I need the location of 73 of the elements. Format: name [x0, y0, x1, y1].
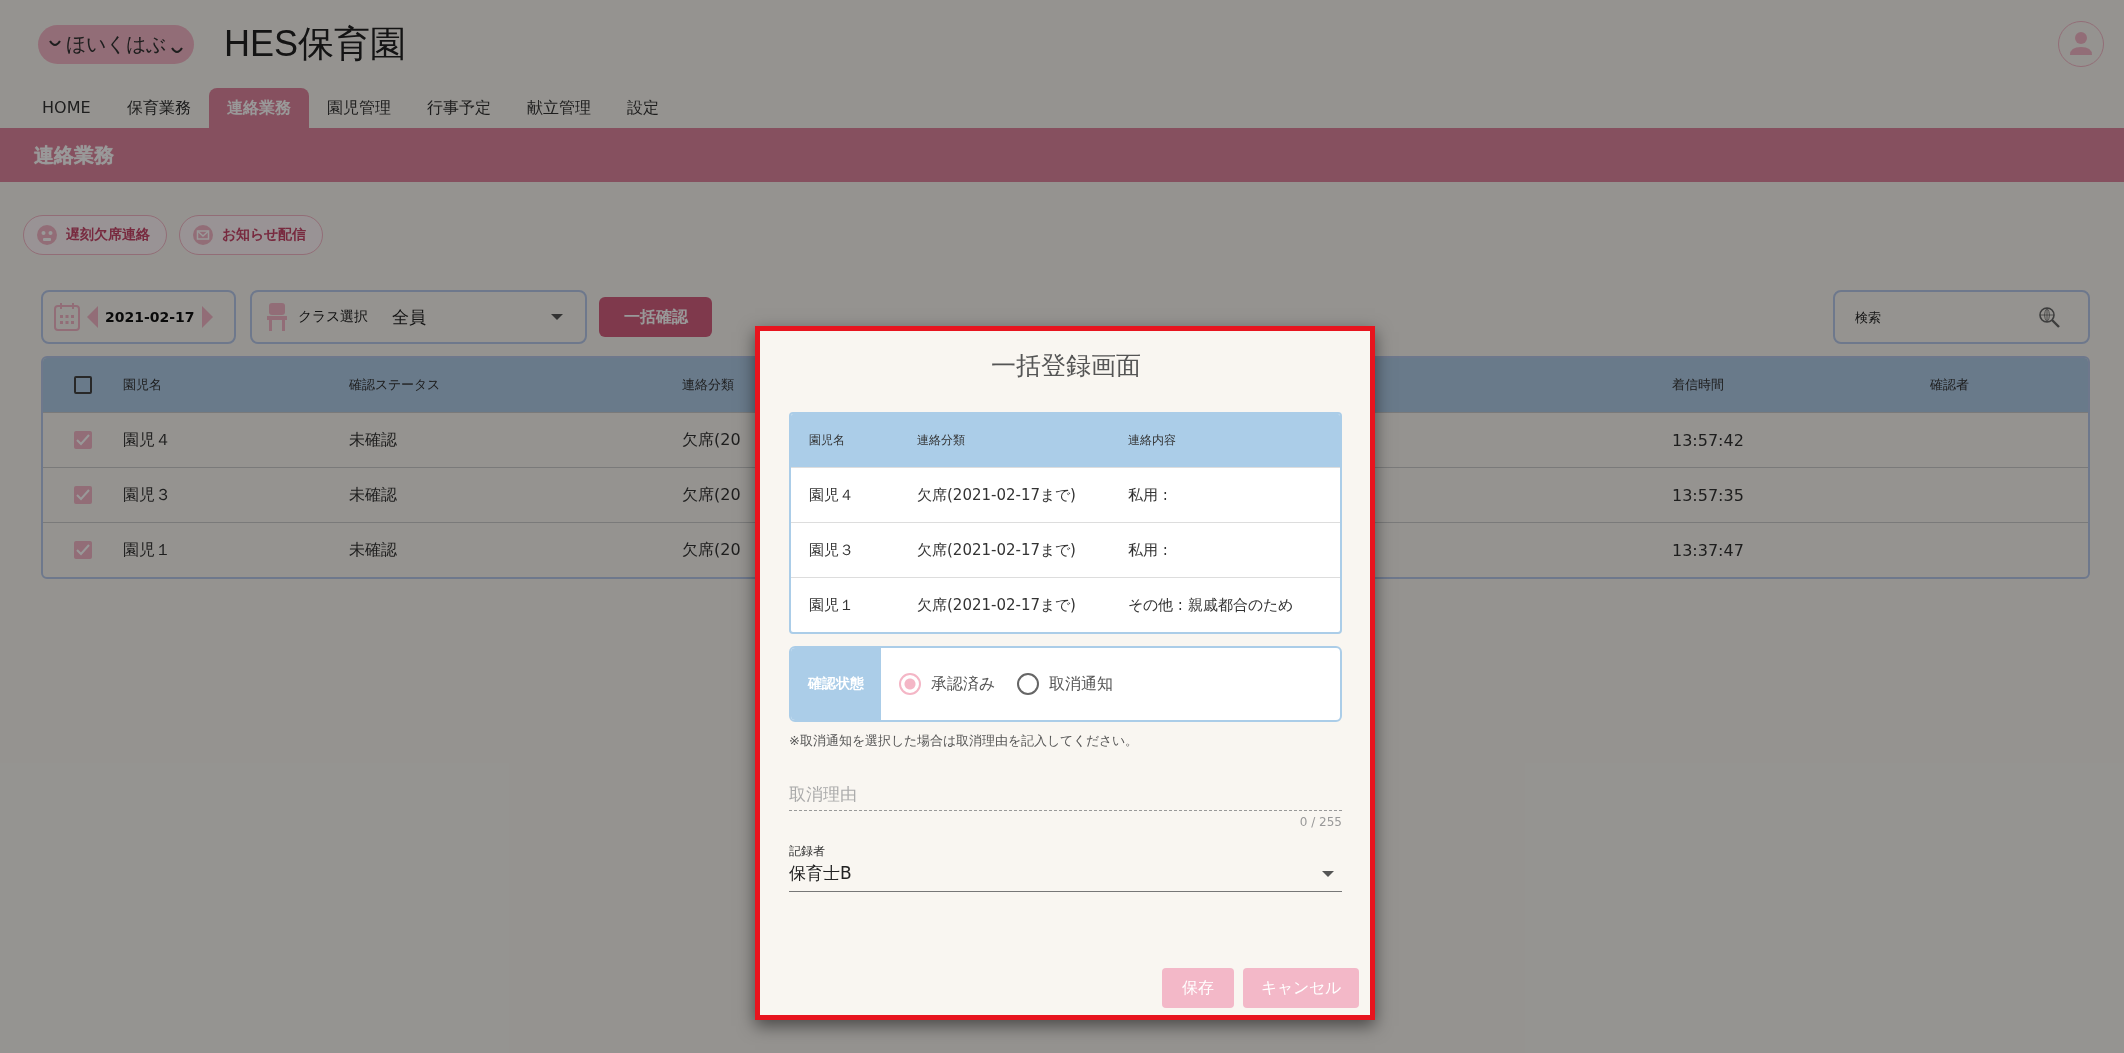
class-select[interactable]: クラス選択 全員: [250, 290, 587, 344]
table-cell: 未確認: [349, 429, 397, 451]
column-header: 園児名: [123, 376, 163, 394]
column-header: 着信時間: [1672, 376, 1725, 394]
table-cell-text: 欠席(2021-02-17まで): [917, 540, 1077, 560]
column-header: 連絡内容: [1128, 432, 1177, 449]
recorder-select[interactable]: 保育士B: [789, 860, 1342, 892]
previous-date-button[interactable]: [87, 306, 99, 328]
note-text: ※取消通知を選択した場合は取消理由を記入してください。: [789, 732, 1139, 750]
calendar-icon: [53, 302, 81, 332]
dialog-title: 一括登録画面: [989, 350, 1142, 382]
status-label: 確認状態: [791, 648, 881, 720]
radio-option[interactable]: 取消通知: [1017, 673, 1113, 695]
table-cell: 13:57:35: [1672, 485, 1744, 505]
table-cell: 未確認: [349, 484, 397, 506]
table-cell: 欠席(20: [682, 539, 741, 561]
dropdown-caret-icon: [551, 314, 563, 320]
table-cell-text: その他 : 親戚都合のため: [1128, 595, 1294, 615]
class-select-value: 全員: [392, 305, 426, 329]
column-header: 連絡分類: [682, 376, 735, 394]
date-text: 2021-02-17: [105, 309, 195, 325]
face-icon: [36, 224, 58, 246]
table-cell: 園児４: [123, 429, 171, 451]
nav-tab[interactable]: 行事予定: [408, 88, 509, 128]
nav-tab[interactable]: HOME: [24, 88, 109, 128]
date-picker[interactable]: 2021-02-17: [41, 290, 236, 344]
checkbox[interactable]: [74, 541, 92, 559]
checkbox[interactable]: [74, 376, 92, 394]
nav-tab[interactable]: 保育業務: [108, 88, 209, 128]
section-title: 連絡業務: [34, 141, 114, 169]
table-cell: 園児１: [123, 539, 171, 561]
app-title: HES保育園: [224, 21, 407, 66]
table-cell: 13:37:47: [1672, 540, 1744, 560]
search-field[interactable]: 検索: [1833, 290, 2090, 344]
reason-input-field[interactable]: 取消理由: [789, 778, 1342, 811]
dropdown-caret-icon: [1322, 870, 1334, 877]
recorder-label: 記録者: [789, 843, 826, 860]
action-button[interactable]: お知らせ配信: [179, 215, 323, 255]
column-header: 園児名: [809, 432, 846, 449]
table-cell: 未確認: [349, 539, 397, 561]
nav-tab[interactable]: 園児管理: [308, 88, 409, 128]
right-triangle-icon: [200, 306, 213, 328]
smile-icon: [48, 39, 62, 49]
table-cell-text: 欠席(2021-02-17まで): [917, 485, 1077, 505]
next-date-button[interactable]: [200, 306, 213, 328]
left-triangle-icon: [87, 306, 99, 328]
table-cell: 13:57:42: [1672, 430, 1744, 450]
search-icon: [2038, 306, 2060, 328]
radio-option[interactable]: 承認済み: [899, 673, 995, 695]
column-header: 連絡分類: [917, 432, 966, 449]
table-cell-text: 園児１: [809, 595, 855, 615]
checkbox[interactable]: [74, 431, 92, 449]
table-cell-text: 欠席(2021-02-17まで): [917, 595, 1077, 615]
chair-icon: [266, 302, 288, 332]
class-select-label: クラス選択: [298, 308, 368, 326]
table-cell: 園児３: [123, 484, 171, 506]
table-cell-text: 私用 :: [1128, 485, 1169, 505]
table-cell-text: 私用 :: [1128, 540, 1169, 560]
logo-text: ほいくはぶ: [66, 30, 166, 58]
mail-icon: [192, 224, 214, 246]
nav-tab[interactable]: 献立管理: [508, 88, 609, 128]
column-header: 確認者: [1930, 376, 1970, 394]
checkbox[interactable]: [74, 486, 92, 504]
table-cell-text: 園児３: [809, 540, 855, 560]
column-header: 確認ステータス: [349, 376, 441, 394]
table-cell-text: 園児４: [809, 485, 855, 505]
table-cell: 欠席(20: [682, 429, 741, 451]
bulk-confirm-button[interactable]: 一括確認: [599, 297, 712, 337]
nav-tab[interactable]: 設定: [608, 88, 677, 128]
table-cell: 欠席(20: [682, 484, 741, 506]
smile-icon: [170, 46, 184, 56]
action-button[interactable]: 遅刻欠席連絡: [23, 215, 167, 255]
character-counter: 0 / 255: [1299, 815, 1342, 829]
